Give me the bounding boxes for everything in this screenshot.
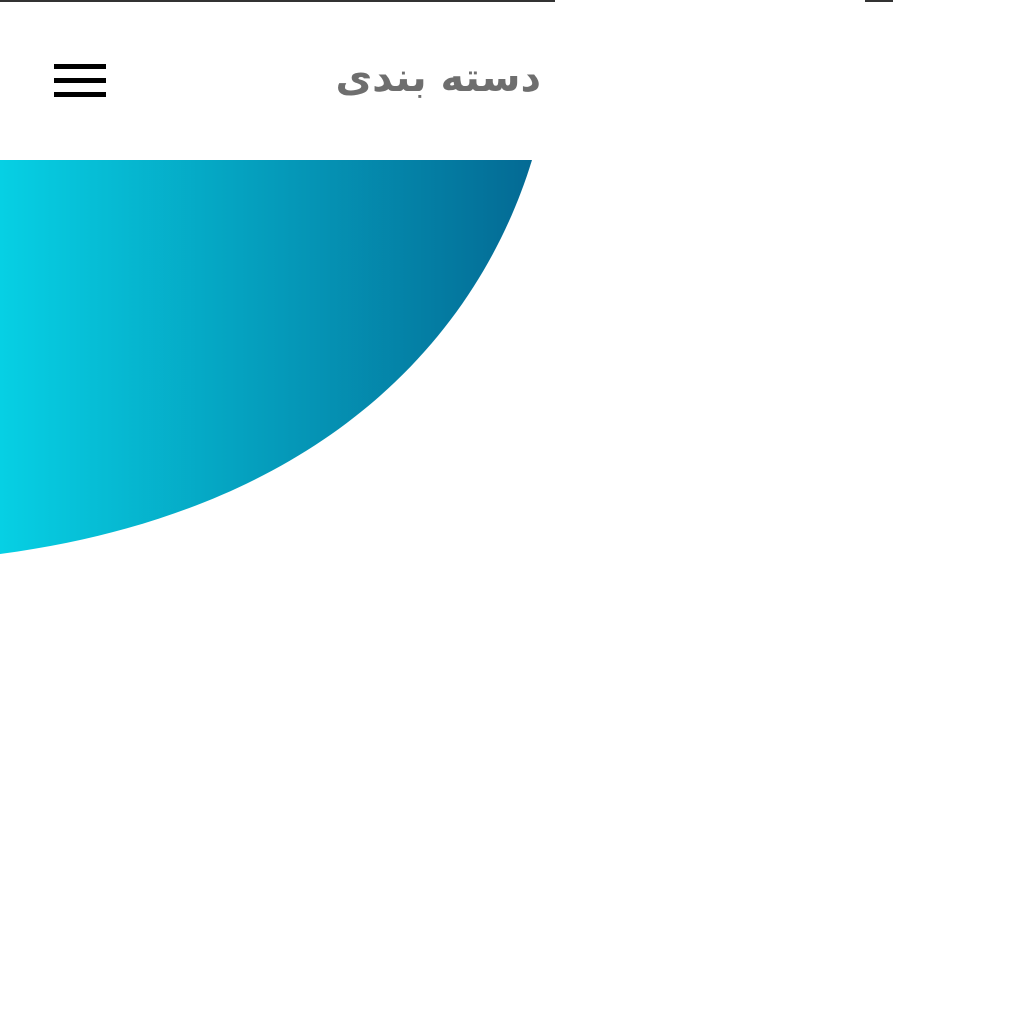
- menu-bar-top: [54, 64, 106, 69]
- page-title: دسته بندی: [335, 55, 542, 101]
- menu-bar-bottom: [54, 92, 106, 97]
- menu-bar-middle: [54, 78, 106, 83]
- menu-button[interactable]: [48, 56, 112, 106]
- hero-gradient-shape: [0, 160, 532, 554]
- category-screen: دسته بندی: [0, 0, 1024, 1024]
- hero-quarter-arc: [0, 160, 532, 554]
- app-header: دسته بندی: [0, 2, 555, 160]
- top-right-divider: [865, 0, 893, 2]
